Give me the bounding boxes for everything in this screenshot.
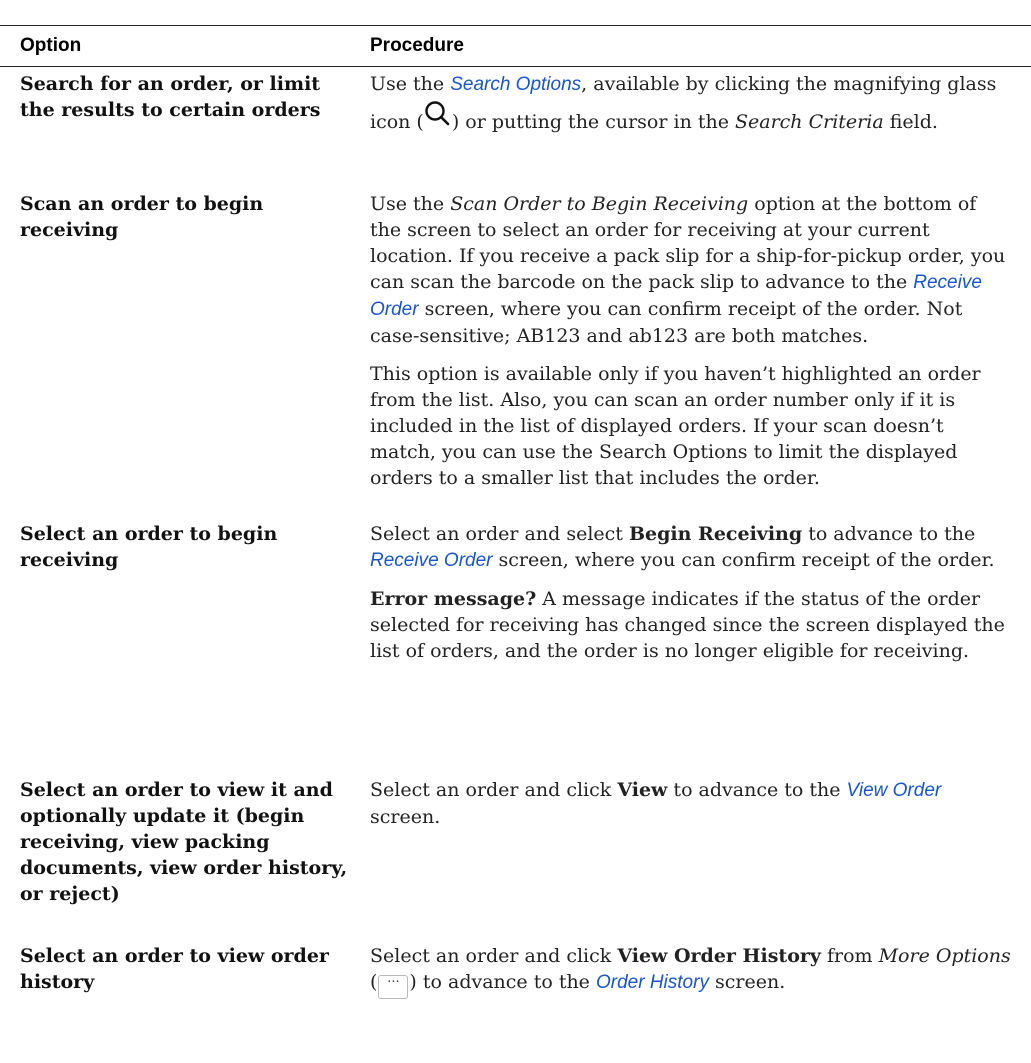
- more-options-icon: ···: [378, 975, 409, 999]
- view-text: View: [617, 779, 668, 801]
- procedure-cell: Use the Scan Order to Begin Receiving op…: [358, 187, 1031, 517]
- text: ) to advance to the: [409, 971, 596, 993]
- error-message-label: Error message?: [370, 588, 537, 610]
- procedure-cell: Use the Search Options, available by cli…: [358, 67, 1031, 188]
- text: Select an order and click: [370, 945, 618, 967]
- option-cell: Select an order to view order history: [20, 945, 329, 993]
- text: Use the: [370, 73, 451, 95]
- text: ) or putting the cursor in the: [451, 111, 735, 133]
- table-header-row: Option Procedure: [0, 25, 1031, 67]
- text: screen.: [370, 806, 441, 828]
- table-row: Select an order to view it and optionall…: [0, 773, 1031, 939]
- text: to advance to the: [802, 523, 976, 545]
- header-option: Option: [0, 25, 358, 67]
- paragraph: This option is available only if you hav…: [370, 363, 981, 489]
- procedure-cell: Select an order and select Begin Receivi…: [358, 517, 1031, 773]
- table-row: Select an order to view order history Se…: [0, 939, 1031, 1063]
- header-procedure: Procedure: [358, 25, 1031, 67]
- search-icon: [424, 98, 452, 132]
- text: Select an order and select: [370, 523, 629, 545]
- text: screen.: [708, 971, 786, 993]
- begin-receiving-text: Begin Receiving: [628, 523, 803, 545]
- table-row: Search for an order, or limit the result…: [0, 67, 1031, 188]
- text: (: [370, 971, 378, 993]
- table-row: Select an order to begin receiving Selec…: [0, 517, 1031, 773]
- text: to advance to the: [667, 779, 847, 801]
- option-cell: Search for an order, or limit the result…: [20, 73, 321, 121]
- order-history-link[interactable]: Order History: [596, 972, 709, 993]
- search-options-link[interactable]: Search Options: [450, 74, 581, 95]
- paragraph: Select an order and click View Order His…: [370, 943, 1011, 999]
- procedure-cell: Select an order and click View Order His…: [358, 939, 1031, 1063]
- text: screen, where you can confirm receipt of…: [492, 549, 995, 571]
- paragraph: Select an order and click View to advanc…: [370, 777, 1011, 830]
- paragraph: Select an order and select Begin Receivi…: [370, 521, 1011, 574]
- options-table: Option Procedure Search for an order, or…: [0, 25, 1031, 1063]
- procedure-cell: Select an order and click View to advanc…: [358, 773, 1031, 939]
- scan-order-option-text: Scan Order to Begin Receiving: [450, 193, 749, 215]
- table-row: Scan an order to begin receiving Use the…: [0, 187, 1031, 517]
- document-page: Option Procedure Search for an order, or…: [0, 0, 1031, 1051]
- view-order-link[interactable]: View Order: [847, 780, 942, 801]
- search-criteria-text: Search Criteria: [735, 111, 884, 133]
- paragraph: Use the Scan Order to Begin Receiving op…: [370, 191, 1011, 349]
- paragraph: Error message? A message indicates if th…: [370, 586, 1011, 664]
- text: screen, where you can confirm receipt of…: [370, 298, 963, 347]
- option-cell: Select an order to view it and optionall…: [20, 779, 348, 905]
- receive-order-link[interactable]: Receive Order: [370, 550, 493, 571]
- text: from: [820, 945, 879, 967]
- view-order-history-text: View Order History: [617, 945, 821, 967]
- more-options-text: More Options: [878, 945, 1011, 967]
- text: Select an order and click: [370, 779, 618, 801]
- text: Use the: [370, 193, 451, 215]
- option-cell: Select an order to begin receiving: [20, 523, 278, 571]
- option-cell: Scan an order to begin receiving: [20, 193, 264, 241]
- text: field.: [883, 111, 938, 133]
- paragraph: Use the Search Options, available by cli…: [370, 71, 1011, 135]
